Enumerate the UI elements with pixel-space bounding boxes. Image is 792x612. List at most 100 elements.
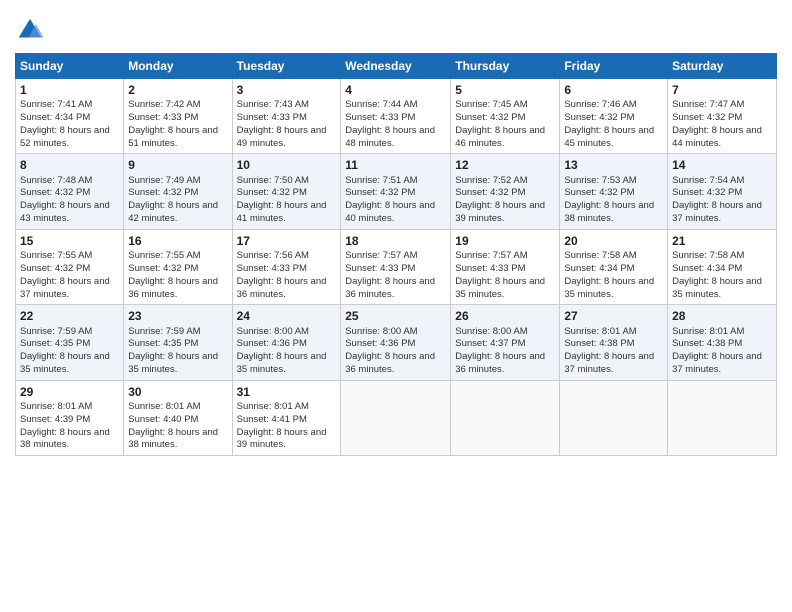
day-info: Sunrise: 7:54 AM Sunset: 4:32 PM Dayligh…	[672, 175, 772, 226]
day-info: Sunrise: 7:43 AM Sunset: 4:33 PM Dayligh…	[237, 99, 337, 150]
day-number: 7	[672, 82, 772, 98]
day-number: 25	[345, 308, 446, 324]
calendar-cell: 2Sunrise: 7:42 AM Sunset: 4:33 PM Daylig…	[124, 79, 232, 154]
day-number: 5	[455, 82, 555, 98]
day-number: 12	[455, 157, 555, 173]
day-info: Sunrise: 7:44 AM Sunset: 4:33 PM Dayligh…	[345, 99, 446, 150]
day-info: Sunrise: 7:42 AM Sunset: 4:33 PM Dayligh…	[128, 99, 227, 150]
day-info: Sunrise: 7:51 AM Sunset: 4:32 PM Dayligh…	[345, 175, 446, 226]
calendar-cell: 21Sunrise: 7:58 AM Sunset: 4:34 PM Dayli…	[668, 229, 777, 304]
day-number: 28	[672, 308, 772, 324]
calendar-cell: 24 Sunrise: 8:00 AM Sunset: 4:36 PM Dayli…	[232, 305, 341, 380]
day-info: Sunrise: 8:01 AM Sunset: 4:38 PM Dayligh…	[564, 326, 663, 377]
day-number: 6	[564, 82, 663, 98]
day-number: 9	[128, 157, 227, 173]
calendar-cell: 26 Sunrise: 8:00 AM Sunset: 4:37 PM Dayli…	[451, 305, 560, 380]
day-number: 24	[237, 308, 337, 324]
day-number: 14	[672, 157, 772, 173]
day-number: 21	[672, 233, 772, 249]
day-number: 22	[20, 308, 119, 324]
day-number: 26	[455, 308, 555, 324]
weekday-header: Thursday	[451, 54, 560, 79]
calendar-cell: 19Sunrise: 7:57 AM Sunset: 4:33 PM Dayli…	[451, 229, 560, 304]
calendar-cell: 8Sunrise: 7:48 AM Sunset: 4:32 PM Daylig…	[16, 154, 124, 229]
calendar-cell: 1Sunrise: 7:41 AM Sunset: 4:34 PM Daylig…	[16, 79, 124, 154]
weekday-header: Tuesday	[232, 54, 341, 79]
calendar-cell: 17Sunrise: 7:56 AM Sunset: 4:33 PM Dayli…	[232, 229, 341, 304]
day-info: Sunrise: 7:55 AM Sunset: 4:32 PM Dayligh…	[20, 250, 119, 301]
calendar-cell	[451, 380, 560, 455]
weekday-header: Sunday	[16, 54, 124, 79]
day-number: 27	[564, 308, 663, 324]
day-info: Sunrise: 8:01 AM Sunset: 4:38 PM Dayligh…	[672, 326, 772, 377]
day-info: Sunrise: 8:01 AM Sunset: 4:39 PM Dayligh…	[20, 401, 119, 452]
day-info: Sunrise: 7:45 AM Sunset: 4:32 PM Dayligh…	[455, 99, 555, 150]
day-info: Sunrise: 8:00 AM Sunset: 4:36 PM Dayligh…	[345, 326, 446, 377]
calendar-cell: 30Sunrise: 8:01 AM Sunset: 4:40 PM Dayli…	[124, 380, 232, 455]
day-info: Sunrise: 7:46 AM Sunset: 4:32 PM Dayligh…	[564, 99, 663, 150]
calendar-cell: 9 Sunrise: 7:49 AM Sunset: 4:32 PM Daylig…	[124, 154, 232, 229]
day-info: Sunrise: 7:59 AM Sunset: 4:35 PM Dayligh…	[128, 326, 227, 377]
day-info: Sunrise: 7:59 AM Sunset: 4:35 PM Dayligh…	[20, 326, 119, 377]
calendar-cell: 27 Sunrise: 8:01 AM Sunset: 4:38 PM Dayli…	[560, 305, 668, 380]
weekday-header: Monday	[124, 54, 232, 79]
weekday-header: Wednesday	[341, 54, 451, 79]
calendar-cell: 3Sunrise: 7:43 AM Sunset: 4:33 PM Daylig…	[232, 79, 341, 154]
day-info: Sunrise: 7:47 AM Sunset: 4:32 PM Dayligh…	[672, 99, 772, 150]
day-info: Sunrise: 7:57 AM Sunset: 4:33 PM Dayligh…	[345, 250, 446, 301]
day-info: Sunrise: 7:58 AM Sunset: 4:34 PM Dayligh…	[672, 250, 772, 301]
calendar-week-row: 8Sunrise: 7:48 AM Sunset: 4:32 PM Daylig…	[16, 154, 777, 229]
day-number: 10	[237, 157, 337, 173]
calendar-cell: 7Sunrise: 7:47 AM Sunset: 4:32 PM Daylig…	[668, 79, 777, 154]
day-info: Sunrise: 7:52 AM Sunset: 4:32 PM Dayligh…	[455, 175, 555, 226]
day-number: 15	[20, 233, 119, 249]
calendar-cell: 13Sunrise: 7:53 AM Sunset: 4:32 PM Dayli…	[560, 154, 668, 229]
day-number: 2	[128, 82, 227, 98]
calendar-cell	[668, 380, 777, 455]
calendar-cell: 10 Sunrise: 7:50 AM Sunset: 4:32 PM Dayli…	[232, 154, 341, 229]
day-number: 30	[128, 384, 227, 400]
day-number: 18	[345, 233, 446, 249]
day-info: Sunrise: 7:49 AM Sunset: 4:32 PM Dayligh…	[128, 175, 227, 226]
logo	[15, 15, 49, 45]
day-info: Sunrise: 7:50 AM Sunset: 4:32 PM Dayligh…	[237, 175, 337, 226]
day-number: 31	[237, 384, 337, 400]
day-info: Sunrise: 7:56 AM Sunset: 4:33 PM Dayligh…	[237, 250, 337, 301]
day-info: Sunrise: 7:41 AM Sunset: 4:34 PM Dayligh…	[20, 99, 119, 150]
calendar-cell: 4Sunrise: 7:44 AM Sunset: 4:33 PM Daylig…	[341, 79, 451, 154]
calendar-week-row: 22 Sunrise: 7:59 AM Sunset: 4:35 PM Dayli…	[16, 305, 777, 380]
calendar-cell: 12 Sunrise: 7:52 AM Sunset: 4:32 PM Dayli…	[451, 154, 560, 229]
day-info: Sunrise: 8:00 AM Sunset: 4:37 PM Dayligh…	[455, 326, 555, 377]
day-number: 19	[455, 233, 555, 249]
weekday-header: Friday	[560, 54, 668, 79]
day-number: 23	[128, 308, 227, 324]
calendar-cell: 15Sunrise: 7:55 AM Sunset: 4:32 PM Dayli…	[16, 229, 124, 304]
calendar-cell: 28 Sunrise: 8:01 AM Sunset: 4:38 PM Dayli…	[668, 305, 777, 380]
calendar-week-row: 29Sunrise: 8:01 AM Sunset: 4:39 PM Dayli…	[16, 380, 777, 455]
calendar-cell: 25 Sunrise: 8:00 AM Sunset: 4:36 PM Dayli…	[341, 305, 451, 380]
calendar-cell: 22 Sunrise: 7:59 AM Sunset: 4:35 PM Dayli…	[16, 305, 124, 380]
logo-icon	[15, 15, 45, 45]
day-info: Sunrise: 7:53 AM Sunset: 4:32 PM Dayligh…	[564, 175, 663, 226]
day-number: 1	[20, 82, 119, 98]
day-info: Sunrise: 7:58 AM Sunset: 4:34 PM Dayligh…	[564, 250, 663, 301]
header	[15, 10, 777, 45]
calendar-cell: 14 Sunrise: 7:54 AM Sunset: 4:32 PM Dayli…	[668, 154, 777, 229]
day-number: 17	[237, 233, 337, 249]
calendar-cell: 31Sunrise: 8:01 AM Sunset: 4:41 PM Dayli…	[232, 380, 341, 455]
weekday-header: Saturday	[668, 54, 777, 79]
calendar-cell: 5Sunrise: 7:45 AM Sunset: 4:32 PM Daylig…	[451, 79, 560, 154]
day-info: Sunrise: 8:00 AM Sunset: 4:36 PM Dayligh…	[237, 326, 337, 377]
day-number: 20	[564, 233, 663, 249]
day-info: Sunrise: 8:01 AM Sunset: 4:40 PM Dayligh…	[128, 401, 227, 452]
calendar-cell: 18Sunrise: 7:57 AM Sunset: 4:33 PM Dayli…	[341, 229, 451, 304]
calendar-cell: 23 Sunrise: 7:59 AM Sunset: 4:35 PM Dayli…	[124, 305, 232, 380]
page: SundayMondayTuesdayWednesdayThursdayFrid…	[0, 0, 792, 612]
calendar-cell: 20Sunrise: 7:58 AM Sunset: 4:34 PM Dayli…	[560, 229, 668, 304]
day-number: 4	[345, 82, 446, 98]
day-number: 16	[128, 233, 227, 249]
calendar-table: SundayMondayTuesdayWednesdayThursdayFrid…	[15, 53, 777, 456]
calendar-cell: 16Sunrise: 7:55 AM Sunset: 4:32 PM Dayli…	[124, 229, 232, 304]
calendar-cell: 6Sunrise: 7:46 AM Sunset: 4:32 PM Daylig…	[560, 79, 668, 154]
calendar-week-row: 15Sunrise: 7:55 AM Sunset: 4:32 PM Dayli…	[16, 229, 777, 304]
